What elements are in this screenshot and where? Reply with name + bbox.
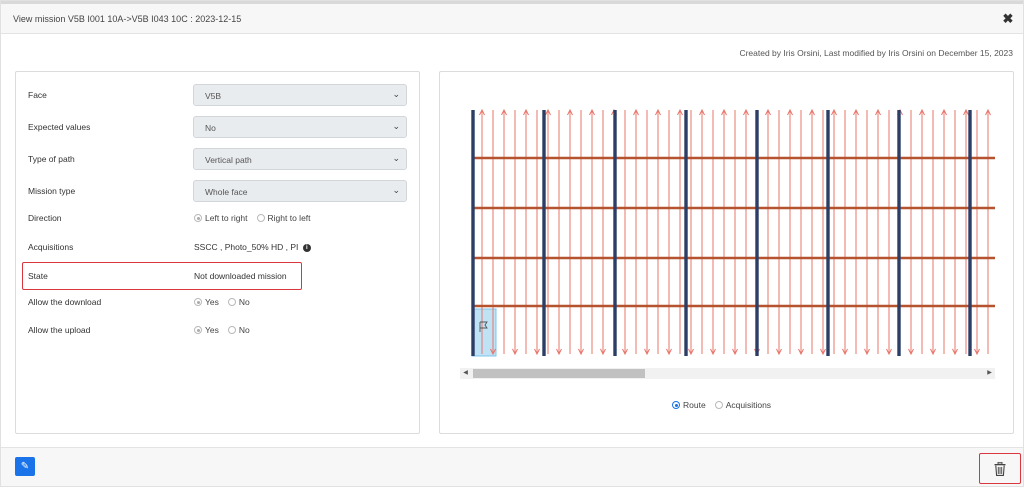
mission-type-row: Mission type Whole face ⌄ <box>16 180 419 202</box>
path-type-select[interactable]: Vertical path ⌄ <box>193 148 407 170</box>
mission-modal: View mission V5B I001 10A->V5B I043 10C … <box>0 0 1024 487</box>
chevron-down-icon: ⌄ <box>392 89 400 99</box>
mission-details-panel: Face V5B ⌄ Expected values No ⌄ Type of … <box>15 71 420 434</box>
mission-type-select[interactable]: Whole face ⌄ <box>193 180 407 202</box>
state-highlight-box <box>22 262 302 290</box>
allow-upload-row: Allow the upload Yes No <box>16 319 419 341</box>
acquisitions-value-wrap: SSCC , Photo_50% HD , PI i <box>194 242 311 252</box>
face-label: Face <box>28 90 47 100</box>
route-map-panel: ◀ ▶ Route Acquisitions <box>439 71 1014 434</box>
expected-values-row: Expected values No ⌄ <box>16 116 419 138</box>
direction-radio-group: Left to right Right to left <box>194 213 320 223</box>
chevron-down-icon: ⌄ <box>392 185 400 195</box>
direction-radio-left[interactable] <box>194 214 202 222</box>
allow-upload-radio-no[interactable] <box>227 326 236 334</box>
close-icon: ✖ <box>1002 11 1014 26</box>
scroll-right-arrow-icon[interactable]: ▶ <box>984 368 995 379</box>
delete-button-highlight[interactable] <box>979 453 1021 484</box>
close-button[interactable]: ✖ <box>1001 11 1015 27</box>
allow-upload-option-no[interactable]: No <box>239 325 250 335</box>
view-option-route[interactable]: Route <box>683 400 706 410</box>
modification-info: Created by Iris Orsini, Last modified by… <box>739 48 1013 58</box>
face-value: V5B <box>205 91 222 101</box>
modal-header: View mission V5B I001 10A->V5B I043 10C … <box>1 1 1023 34</box>
route-map[interactable] <box>470 106 995 358</box>
chevron-down-icon: ⌄ <box>392 121 400 131</box>
scroll-left-arrow-icon[interactable]: ◀ <box>460 368 471 379</box>
direction-radio-right[interactable] <box>256 214 265 222</box>
modal-title: View mission V5B I001 10A->V5B I043 10C … <box>13 14 242 24</box>
mission-type-value: Whole face <box>205 187 248 197</box>
expected-values-select[interactable]: No ⌄ <box>193 116 407 138</box>
direction-option-right[interactable]: Right to left <box>268 213 311 223</box>
allow-download-row: Allow the download Yes No <box>16 291 419 313</box>
expected-values-label: Expected values <box>28 122 91 132</box>
direction-row: Direction Left to right Right to left <box>16 207 419 229</box>
view-radio-acquisitions[interactable] <box>714 401 723 409</box>
modal-footer: ✎ <box>1 447 1023 486</box>
allow-upload-radio-yes[interactable] <box>194 326 202 334</box>
face-row: Face V5B ⌄ <box>16 84 419 106</box>
allow-download-radio-yes[interactable] <box>194 298 202 306</box>
chevron-down-icon: ⌄ <box>392 153 400 163</box>
mission-type-label: Mission type <box>28 186 76 196</box>
edit-button[interactable]: ✎ <box>15 457 35 476</box>
acquisitions-value: SSCC , Photo_50% HD , PI <box>194 242 299 252</box>
scroll-thumb[interactable] <box>473 369 645 378</box>
info-icon[interactable]: i <box>302 243 311 252</box>
allow-upload-label: Allow the upload <box>28 325 91 335</box>
allow-upload-radio-group: Yes No <box>194 325 259 335</box>
allow-upload-option-yes[interactable]: Yes <box>205 325 219 335</box>
allow-download-option-yes[interactable]: Yes <box>205 297 219 307</box>
expected-values-value: No <box>205 123 216 133</box>
allow-download-radio-no[interactable] <box>227 298 236 306</box>
acquisitions-row: Acquisitions SSCC , Photo_50% HD , PI i <box>16 236 419 258</box>
direction-label: Direction <box>28 213 62 223</box>
direction-option-left[interactable]: Left to right <box>205 213 248 223</box>
face-select[interactable]: V5B ⌄ <box>193 84 407 106</box>
allow-download-label: Allow the download <box>28 297 102 307</box>
edit-icon: ✎ <box>20 461 30 472</box>
trash-icon <box>994 462 1006 476</box>
start-cell <box>471 308 497 357</box>
view-radio-route[interactable] <box>672 401 680 409</box>
view-option-acquisitions[interactable]: Acquisitions <box>726 400 771 410</box>
path-type-value: Vertical path <box>205 155 252 165</box>
path-type-label: Type of path <box>28 154 75 164</box>
route-map-svg <box>471 108 995 357</box>
allow-download-option-no[interactable]: No <box>239 297 250 307</box>
map-view-toggle: Route Acquisitions <box>672 400 780 410</box>
acquisitions-label: Acquisitions <box>28 242 74 252</box>
map-horizontal-scrollbar[interactable]: ◀ ▶ <box>460 368 995 379</box>
allow-download-radio-group: Yes No <box>194 297 259 307</box>
path-type-row: Type of path Vertical path ⌄ <box>16 148 419 170</box>
